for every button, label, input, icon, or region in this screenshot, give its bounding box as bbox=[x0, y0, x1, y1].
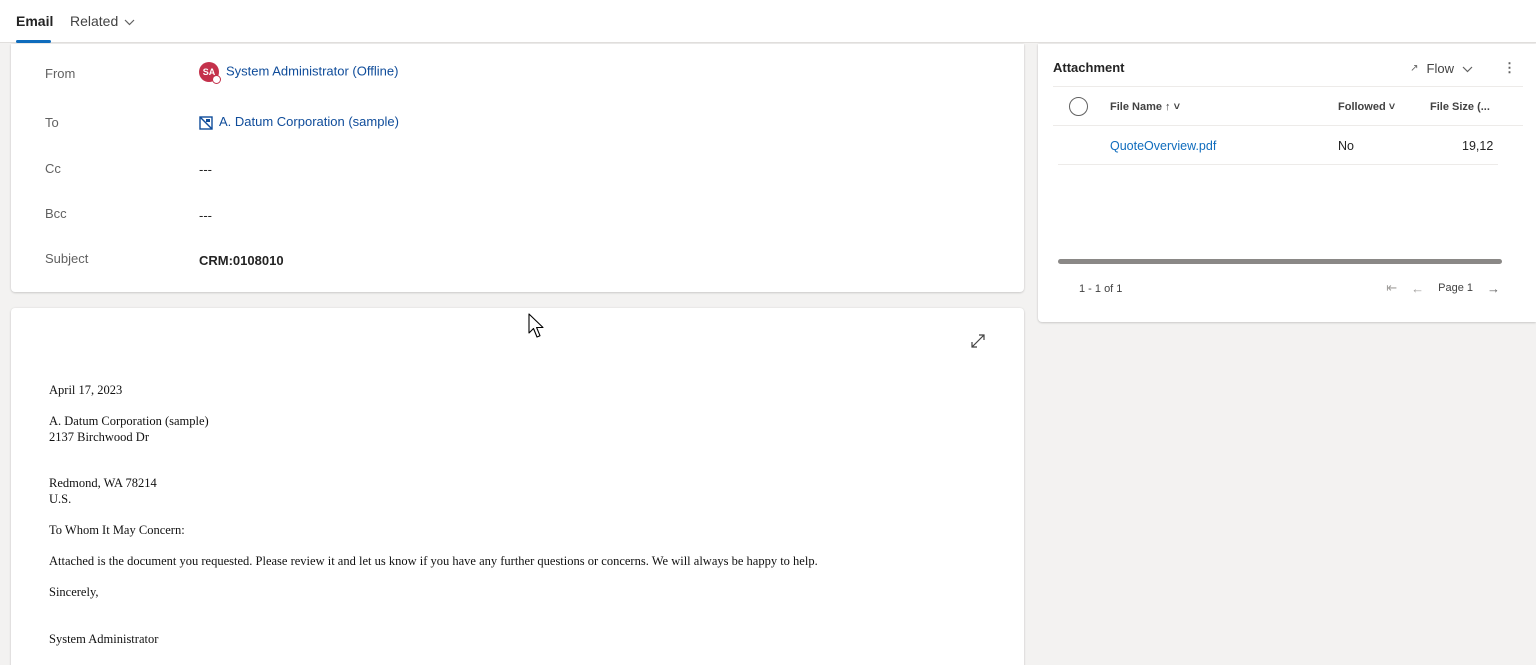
email-body-card: April 17, 2023 A. Datum Corporation (sam… bbox=[11, 308, 1024, 665]
email-header-card: From SA System Administrator (Offline) To… bbox=[11, 44, 1024, 292]
from-link[interactable]: System Administrator (Offline) bbox=[226, 63, 398, 78]
previous-page-icon[interactable]: ← bbox=[1411, 281, 1424, 296]
letter-address-line1: A. Datum Corporation (sample) bbox=[49, 414, 209, 428]
avatar: SA bbox=[199, 62, 221, 84]
divider bbox=[1053, 86, 1523, 87]
chevron-down-icon[interactable] bbox=[1462, 61, 1473, 76]
tab-email[interactable]: Email bbox=[16, 13, 53, 29]
to-link[interactable]: A. Datum Corporation (sample) bbox=[219, 114, 399, 129]
expand-icon[interactable] bbox=[969, 332, 987, 350]
to-field[interactable]: A. Datum Corporation (sample) bbox=[199, 114, 399, 130]
cc-label: Cc bbox=[45, 161, 61, 176]
subject-label: Subject bbox=[45, 251, 89, 266]
next-page-icon[interactable]: → bbox=[1487, 281, 1500, 296]
to-label: To bbox=[45, 115, 59, 130]
table-row-followed: No bbox=[1338, 139, 1354, 153]
column-header-followed[interactable]: Followed ˅ bbox=[1338, 101, 1395, 113]
letter-closing: Sincerely, bbox=[49, 585, 99, 599]
tab-related[interactable]: Related bbox=[70, 13, 135, 29]
flow-button[interactable]: Flow bbox=[1427, 61, 1454, 76]
pager: ⇤ ← Page 1 → bbox=[1386, 280, 1500, 296]
record-count: 1 - 1 of 1 bbox=[1079, 283, 1123, 295]
letter-address-line3: Redmond, WA 78214 bbox=[49, 476, 157, 490]
letter-paragraph: Attached is the document you requested. … bbox=[49, 554, 818, 568]
bcc-field[interactable]: --- bbox=[199, 208, 212, 223]
horizontal-scrollbar[interactable] bbox=[1058, 259, 1502, 264]
cc-field[interactable]: --- bbox=[199, 162, 212, 177]
divider bbox=[1058, 164, 1498, 165]
attachment-title: Attachment bbox=[1053, 60, 1125, 75]
page-indicator: Page 1 bbox=[1438, 282, 1473, 294]
tab-related-label: Related bbox=[70, 13, 119, 29]
offline-status-icon bbox=[212, 75, 221, 84]
column-header-file-size[interactable]: File Size (... bbox=[1430, 101, 1490, 113]
more-options-icon[interactable]: ⋮ bbox=[1503, 60, 1516, 76]
flow-icon: ↗ bbox=[1410, 62, 1419, 74]
from-field[interactable]: SA System Administrator (Offline) bbox=[199, 62, 398, 84]
tab-bar: Email Related bbox=[0, 0, 1536, 43]
attachment-toolbar: ↗ Flow ⋮ bbox=[1410, 60, 1516, 76]
select-all-radio[interactable] bbox=[1069, 97, 1088, 116]
chevron-down-icon bbox=[124, 13, 135, 29]
account-icon bbox=[199, 115, 213, 130]
table-row-file-size: 19,12 bbox=[1462, 139, 1494, 153]
letter-address-line4: U.S. bbox=[49, 492, 72, 506]
mouse-cursor-icon bbox=[528, 313, 546, 339]
letter-greeting: To Whom It May Concern: bbox=[49, 523, 185, 537]
bcc-label: Bcc bbox=[45, 206, 67, 221]
letter-date: April 17, 2023 bbox=[49, 383, 123, 397]
active-tab-indicator bbox=[16, 40, 51, 43]
column-header-file-name[interactable]: File Name ↑ ˅ bbox=[1110, 101, 1180, 113]
table-row-file-name[interactable]: QuoteOverview.pdf bbox=[1110, 139, 1216, 153]
letter-signature: System Administrator bbox=[49, 632, 159, 646]
attachment-card: Attachment ↗ Flow ⋮ File Name ↑ ˅ Follow… bbox=[1038, 44, 1536, 322]
divider bbox=[1053, 125, 1523, 126]
first-page-icon[interactable]: ⇤ bbox=[1386, 280, 1397, 296]
subject-field[interactable]: CRM:0108010 bbox=[199, 253, 284, 268]
letter-address-line2: 2137 Birchwood Dr bbox=[49, 430, 149, 444]
from-label: From bbox=[45, 66, 76, 81]
